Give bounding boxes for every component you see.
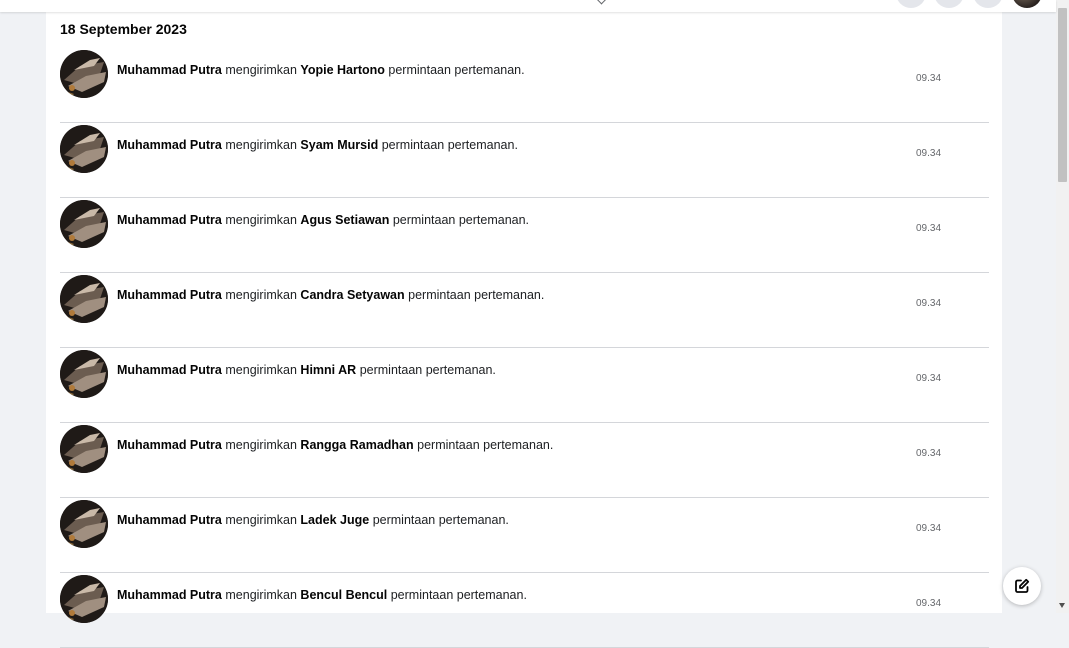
notification-verb: mengirimkan	[225, 438, 297, 452]
user-avatar[interactable]	[60, 200, 108, 248]
notification-suffix: permintaan pertemanan.	[408, 288, 545, 302]
notification-time: 09.34	[916, 523, 942, 534]
notification-text: Muhammad Putra mengirimkan Rangga Ramadh…	[117, 438, 553, 452]
date-header: 18 September 2023	[60, 21, 187, 37]
top-navigation-bar	[0, 0, 1056, 12]
notification-time: 09.34	[916, 148, 942, 159]
user-avatar[interactable]	[60, 350, 108, 398]
notification-verb: mengirimkan	[225, 63, 297, 77]
notification-verb: mengirimkan	[225, 138, 297, 152]
target-name[interactable]: Ladek Juge	[300, 513, 369, 527]
user-avatar[interactable]	[60, 425, 108, 473]
user-avatar[interactable]	[60, 500, 108, 548]
scrollbar[interactable]	[1056, 0, 1069, 613]
scroll-down-arrow-icon[interactable]	[1059, 603, 1065, 608]
notification-item[interactable]: Muhammad Putra mengirimkan Bencul Bencul…	[60, 573, 989, 648]
notification-text: Muhammad Putra mengirimkan Agus Setiawan…	[117, 213, 529, 227]
notification-text: Muhammad Putra mengirimkan Candra Setyaw…	[117, 288, 544, 302]
notification-verb: mengirimkan	[225, 288, 297, 302]
notification-suffix: permintaan pertemanan.	[392, 213, 530, 227]
notifications-panel: 18 September 2023 Muhammad Putra mengiri…	[46, 12, 1002, 648]
notification-text: Muhammad Putra mengirimkan Bencul Bencul…	[117, 588, 527, 602]
notification-time: 09.34	[916, 73, 942, 84]
compose-icon	[1015, 578, 1030, 593]
target-name[interactable]: Himni AR	[300, 363, 356, 377]
notification-item[interactable]: Muhammad Putra mengirimkan Agus Setiawan…	[60, 198, 989, 273]
notification-time: 09.34	[916, 223, 942, 234]
target-name[interactable]: Rangga Ramadhan	[300, 438, 413, 452]
target-name[interactable]: Agus Setiawan	[300, 213, 389, 227]
notification-verb: mengirimkan	[225, 363, 297, 377]
notification-verb: mengirimkan	[225, 513, 297, 527]
notification-suffix: permintaan pertemanan.	[359, 363, 496, 377]
notification-time: 09.34	[916, 598, 942, 609]
scrollbar-thumb[interactable]	[1058, 8, 1067, 182]
notification-text: Muhammad Putra mengirimkan Himni AR perm…	[117, 363, 496, 377]
notifications-icon[interactable]	[973, 0, 1003, 8]
notification-item[interactable]: Muhammad Putra mengirimkan Rangga Ramadh…	[60, 423, 989, 498]
target-name[interactable]: Bencul Bencul	[300, 588, 387, 602]
actor-name[interactable]: Muhammad Putra	[117, 438, 222, 452]
user-avatar[interactable]	[60, 275, 108, 323]
actor-name[interactable]: Muhammad Putra	[117, 63, 222, 77]
notification-item[interactable]: Muhammad Putra mengirimkan Ladek Juge pe…	[60, 498, 989, 573]
account-avatar[interactable]	[1012, 0, 1042, 8]
notification-time: 09.34	[916, 298, 942, 309]
actor-name[interactable]: Muhammad Putra	[117, 138, 222, 152]
notification-text: Muhammad Putra mengirimkan Syam Mursid p…	[117, 138, 518, 152]
notification-item[interactable]: Muhammad Putra mengirimkan Syam Mursid p…	[60, 123, 989, 198]
notification-item[interactable]: Muhammad Putra mengirimkan Candra Setyaw…	[60, 273, 989, 348]
actor-name[interactable]: Muhammad Putra	[117, 288, 222, 302]
target-name[interactable]: Candra Setyawan	[300, 288, 404, 302]
compose-button[interactable]	[1003, 567, 1041, 605]
notification-time: 09.34	[916, 448, 942, 459]
notification-verb: mengirimkan	[225, 213, 297, 227]
user-avatar[interactable]	[60, 125, 108, 173]
user-avatar[interactable]	[60, 575, 108, 623]
actor-name[interactable]: Muhammad Putra	[117, 363, 222, 377]
notification-item[interactable]: Muhammad Putra mengirimkan Himni AR perm…	[60, 348, 989, 423]
notification-text: Muhammad Putra mengirimkan Yopie Hartono…	[117, 63, 525, 77]
notification-time: 09.34	[916, 373, 942, 384]
actor-name[interactable]: Muhammad Putra	[117, 513, 222, 527]
notification-suffix: permintaan pertemanan.	[417, 438, 554, 452]
user-avatar[interactable]	[60, 50, 108, 98]
notification-verb: mengirimkan	[225, 588, 297, 602]
notification-suffix: permintaan pertemanan.	[388, 63, 525, 77]
menu-icon[interactable]	[896, 0, 926, 8]
notification-list: Muhammad Putra mengirimkan Yopie Hartono…	[60, 48, 989, 648]
notification-suffix: permintaan pertemanan.	[381, 138, 518, 152]
messenger-icon[interactable]	[934, 0, 964, 8]
notification-suffix: permintaan pertemanan.	[372, 513, 509, 527]
actor-name[interactable]: Muhammad Putra	[117, 588, 222, 602]
target-name[interactable]: Syam Mursid	[300, 138, 378, 152]
actor-name[interactable]: Muhammad Putra	[117, 213, 222, 227]
notification-text: Muhammad Putra mengirimkan Ladek Juge pe…	[117, 513, 509, 527]
target-name[interactable]: Yopie Hartono	[300, 63, 385, 77]
notification-suffix: permintaan pertemanan.	[390, 588, 527, 602]
chevron-down-icon[interactable]	[596, 0, 607, 5]
notification-item[interactable]: Muhammad Putra mengirimkan Yopie Hartono…	[60, 48, 989, 123]
